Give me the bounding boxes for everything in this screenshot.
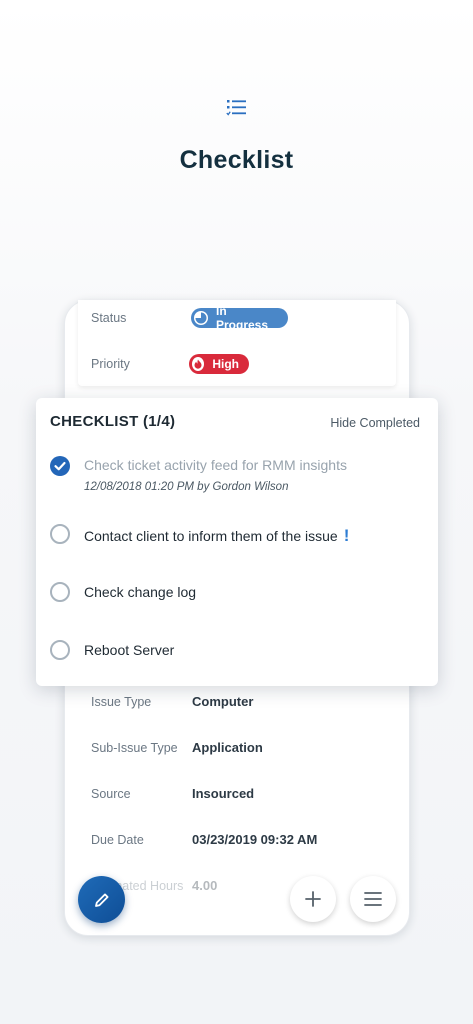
checklist-item-text: Reboot Server xyxy=(84,642,175,658)
checklist-icon xyxy=(226,100,246,116)
flame-icon xyxy=(192,357,205,371)
unchecked-icon[interactable] xyxy=(50,582,70,602)
checklist-item-text: Check ticket activity feed for RMM insig… xyxy=(84,457,347,473)
checklist-item-text: Check change log xyxy=(84,584,197,600)
checklist-item-meta: 12/08/2018 01:20 PM by Gordon Wilson xyxy=(84,481,289,493)
plus-icon xyxy=(305,891,321,907)
page-title: Checklist xyxy=(179,146,294,174)
field-label: Due Date xyxy=(91,833,144,847)
status-label: Status xyxy=(91,311,127,325)
progress-icon xyxy=(194,311,208,325)
status-value: In Progress xyxy=(216,304,269,332)
hide-completed-button[interactable]: Hide Completed xyxy=(330,416,420,430)
field-value: 4.00 xyxy=(192,878,218,893)
priority-badge[interactable]: High xyxy=(189,354,249,374)
pencil-icon xyxy=(94,893,108,907)
field-value: Application xyxy=(192,740,263,755)
unchecked-icon[interactable] xyxy=(50,524,70,544)
edit-button[interactable] xyxy=(78,876,125,923)
important-icon: ! xyxy=(343,526,350,545)
field-label: Source xyxy=(91,787,131,801)
field-value: 03/23/2019 09:32 AM xyxy=(192,832,318,847)
checklist-title: CHECKLIST (1/4) xyxy=(50,413,176,430)
checklist-item-text-row: Contact client to inform them of the iss… xyxy=(84,526,349,546)
menu-button[interactable] xyxy=(350,876,396,922)
priority-label: Priority xyxy=(91,357,130,371)
field-label: Sub-Issue Type xyxy=(91,741,178,755)
hamburger-icon xyxy=(364,892,382,906)
field-value: Insourced xyxy=(192,786,255,801)
unchecked-icon[interactable] xyxy=(50,640,70,660)
field-value: Computer xyxy=(192,694,254,709)
status-badge[interactable]: In Progress xyxy=(191,304,288,332)
checklist-card: CHECKLIST (1/4) Hide Completed Check tic… xyxy=(36,398,438,686)
field-label: Issue Type xyxy=(91,695,152,709)
add-button[interactable] xyxy=(290,876,336,922)
checklist-item-text: Contact client to inform them of the iss… xyxy=(84,528,338,544)
checked-icon[interactable] xyxy=(50,456,70,476)
priority-value: High xyxy=(212,357,239,371)
